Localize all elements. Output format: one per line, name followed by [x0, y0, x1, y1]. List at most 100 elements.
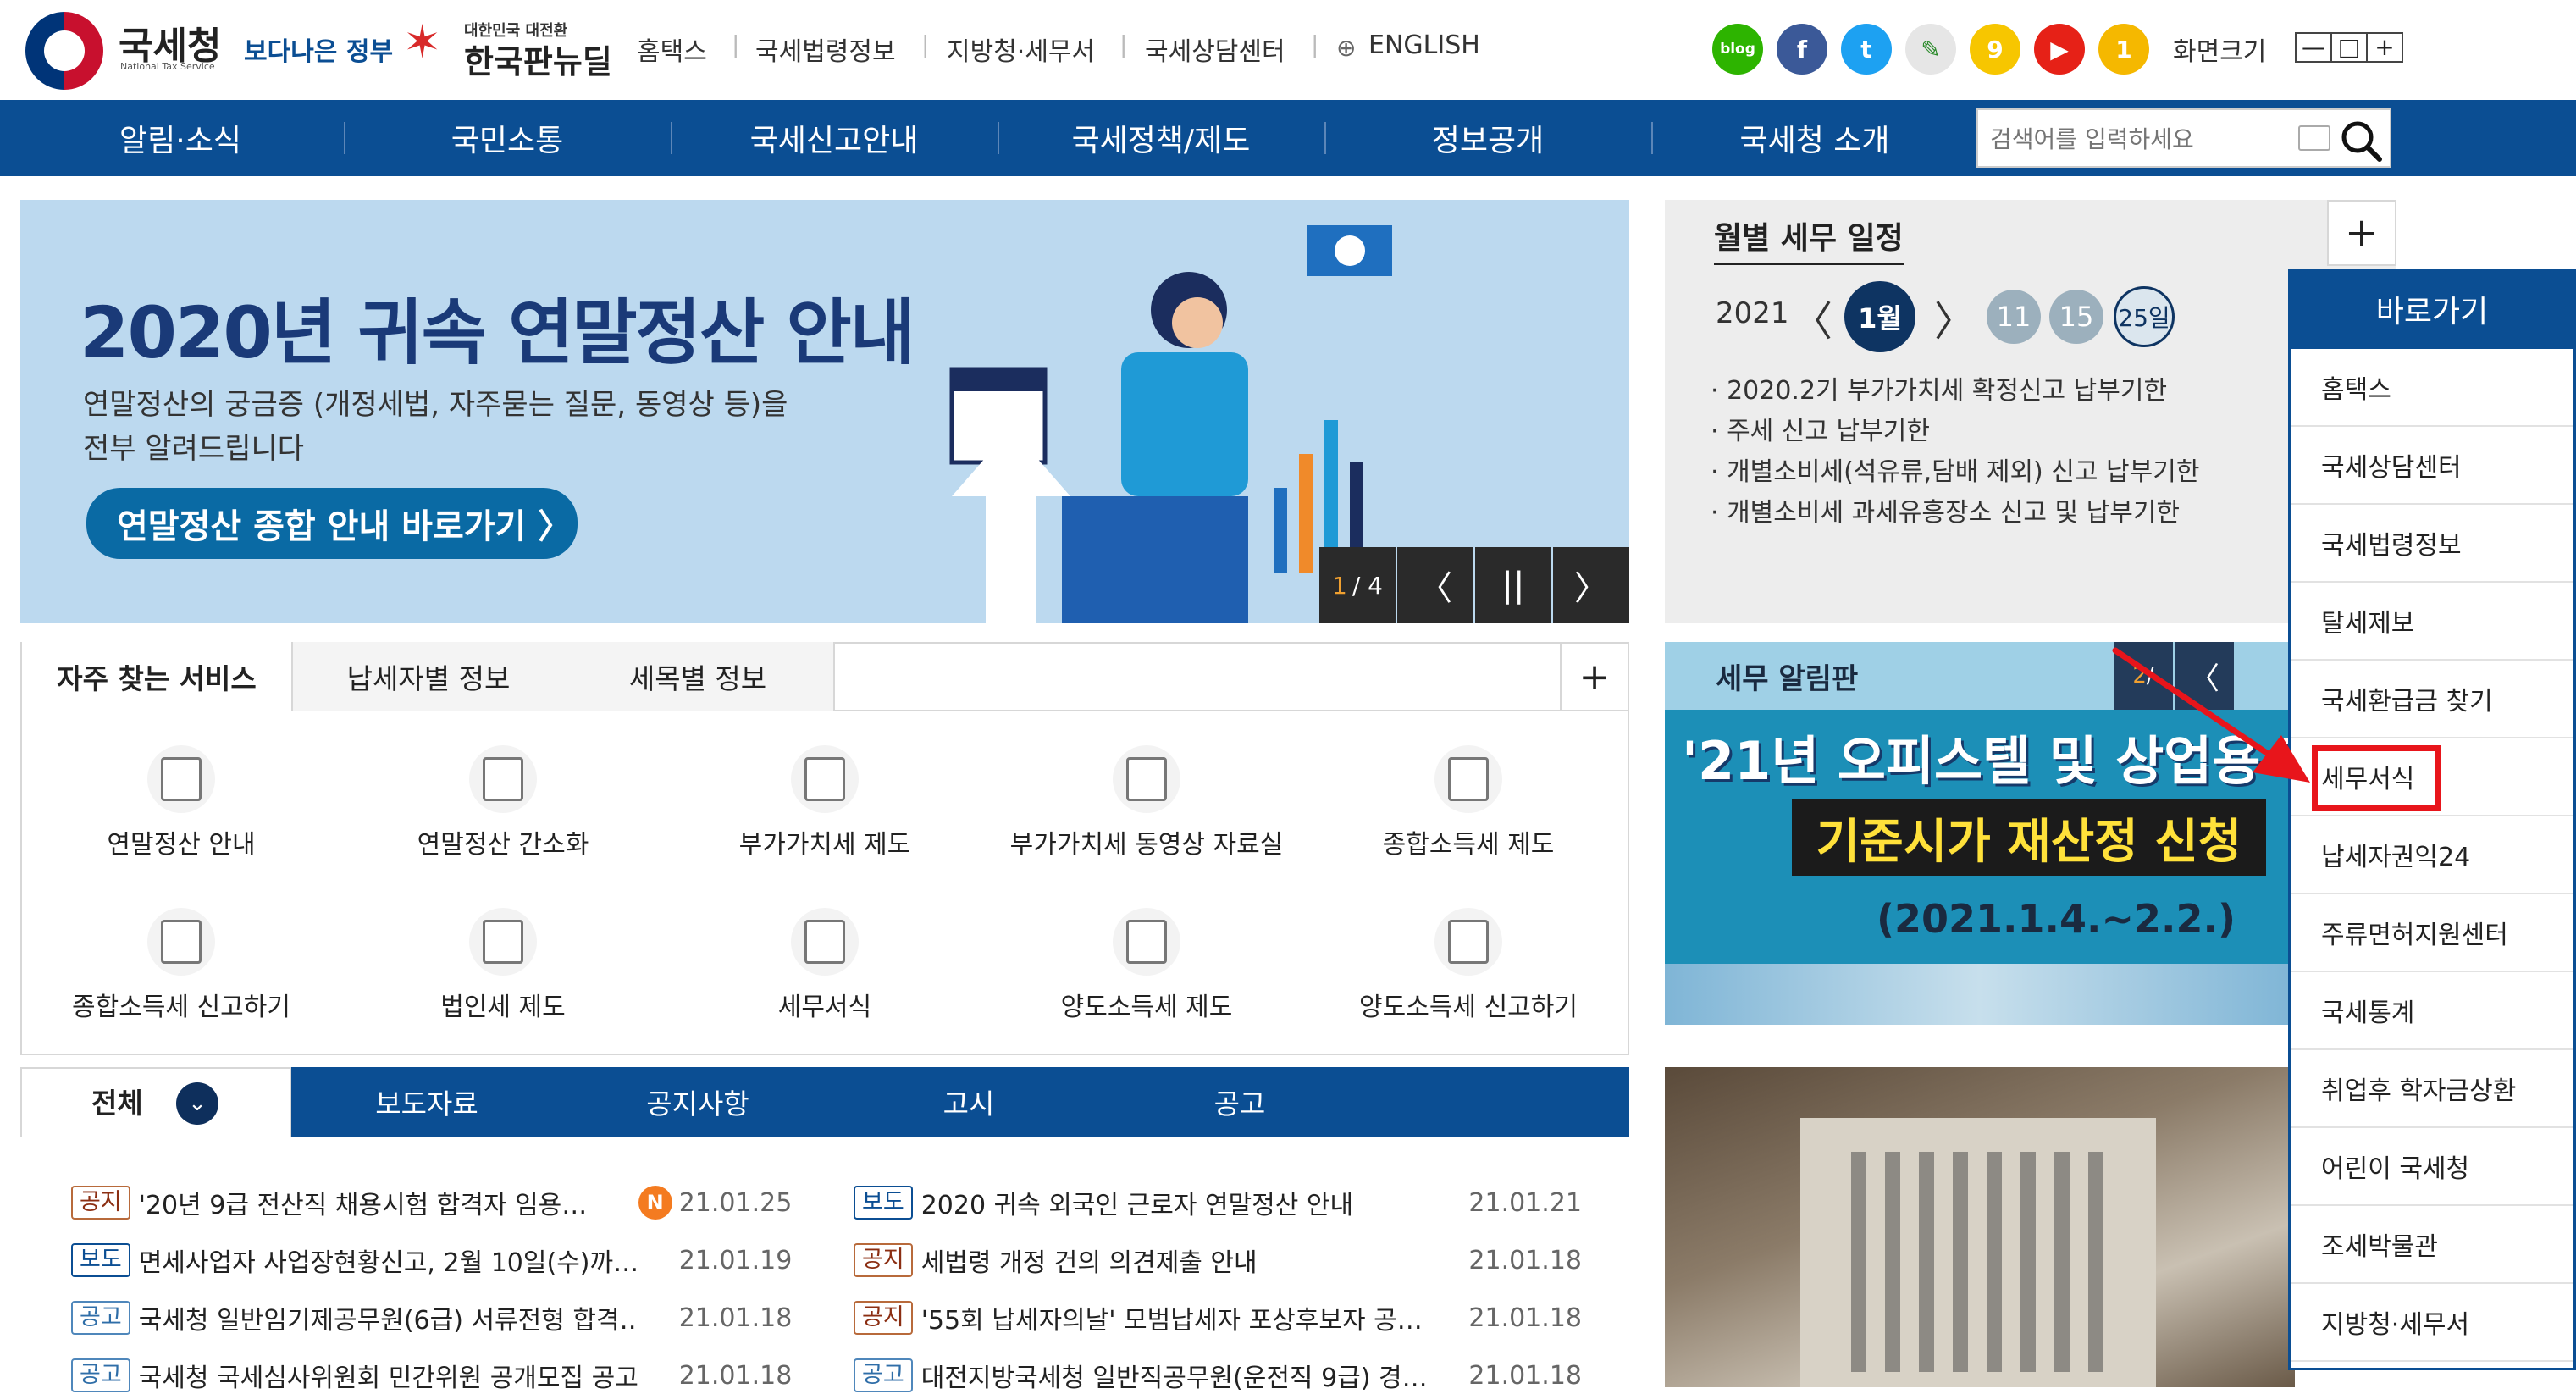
nav-disclosure[interactable]: 정보공개	[1341, 100, 1634, 176]
document-icon-shape	[804, 757, 845, 801]
search-input[interactable]	[1988, 117, 2297, 161]
service-item[interactable]: 세무서식	[664, 908, 986, 1023]
news-row[interactable]: 공고 대전지방국세청 일반직공무원(운전직 9급) 경… 21.01.18	[854, 1357, 1582, 1394]
schedule-prev-month-button[interactable]: 〈	[1792, 288, 1832, 347]
service-item[interactable]: 양도소득세 제도	[986, 908, 1307, 1023]
service-item[interactable]: 종합소득세 제도	[1307, 745, 1629, 860]
service-item[interactable]: 종합소득세 신고하기	[20, 908, 342, 1023]
news-row[interactable]: 공지 세법령 개정 건의 의견제출 안내 21.01.18	[854, 1242, 1582, 1279]
blog-icon[interactable]: blog	[1712, 24, 1763, 75]
banner-prev-button[interactable]: 〈	[1397, 547, 1473, 623]
news-title[interactable]: 국세청 일반임기제공무원(6급) 서류전형 합격…	[139, 1299, 638, 1336]
schedule-item[interactable]: · 개별소비세 과세유흥장소 신고 및 납부기한	[1711, 491, 2180, 528]
top-link-hometax[interactable]: 홈택스	[637, 30, 707, 68]
tab-tax-item-info[interactable]: 세목별 정보	[562, 642, 835, 711]
quick-link-item[interactable]: 국세상담센터	[2291, 427, 2573, 505]
nav-tax-filing[interactable]: 국세신고안내	[688, 100, 981, 176]
service-item[interactable]: 연말정산 안내	[20, 745, 342, 860]
news-title[interactable]: 면세사업자 사업장현황신고, 2월 10일(수)까…	[139, 1242, 638, 1279]
chevron-down-icon[interactable]: ⌄	[176, 1082, 218, 1125]
quick-link-item[interactable]: 조세박물관	[2291, 1206, 2573, 1284]
news-title[interactable]: 국세청 국세심사위원회 민간위원 공개모집 공고	[139, 1357, 638, 1394]
nts-building-photo[interactable]	[1665, 1067, 2295, 1387]
quick-link-item[interactable]: 어린이 국세청	[2291, 1128, 2573, 1206]
schedule-item[interactable]: · 개별소비세(석유류,담배 제외) 신고 납부기한	[1711, 451, 2199, 488]
service-item[interactable]: 법인세 제도	[342, 908, 664, 1023]
quick-link-item[interactable]: 국세통계	[2291, 972, 2573, 1050]
news-title[interactable]: '20년 9급 전산직 채용시험 합격자 임용…	[139, 1184, 638, 1221]
quick-link-item[interactable]: 취업후 학자금상환	[2291, 1050, 2573, 1128]
top-link-law[interactable]: 국세법령정보	[755, 30, 896, 68]
news-date: 21.01.18	[1468, 1303, 1582, 1333]
pencil-icon[interactable]: ✎	[1905, 24, 1956, 75]
news-row[interactable]: 보도 면세사업자 사업장현황신고, 2월 10일(수)까… 21.01.19	[71, 1242, 799, 1279]
schedule-item[interactable]: · 2020.2기 부가가치세 확정신고 납부기한	[1711, 369, 2167, 407]
news-tab-public-notice[interactable]: 공고	[1104, 1067, 1375, 1137]
zoom-reset-button[interactable]: □	[2330, 32, 2368, 63]
service-item[interactable]: 부가가치세 동영상 자료실	[986, 745, 1307, 860]
document-icon	[791, 745, 859, 813]
search-icon[interactable]	[2337, 117, 2385, 164]
news-row[interactable]: 공고 국세청 국세심사위원회 민간위원 공개모집 공고 21.01.18	[71, 1357, 799, 1394]
kakao-icon[interactable]: 9	[1970, 24, 2020, 75]
news-tab-press[interactable]: 보도자료	[291, 1067, 562, 1137]
notice-title: 세무 알림판	[1716, 662, 1859, 696]
news-title[interactable]: 세법령 개정 건의 의견제출 안내	[921, 1242, 1463, 1279]
quick-link-item[interactable]: 지방청·세무서	[2291, 1284, 2573, 1362]
quick-link-item[interactable]: 국세법령정보	[2291, 505, 2573, 583]
nts-emblem-icon[interactable]	[25, 12, 103, 90]
banner-next-button[interactable]: 〉	[1553, 547, 1629, 623]
nav-communication[interactable]: 국민소통	[361, 100, 654, 176]
schedule-day-11[interactable]: 11	[1987, 290, 2041, 344]
tab-taxpayer-info[interactable]: 납세자별 정보	[291, 642, 566, 711]
news-row[interactable]: 보도 2020 귀속 외국인 근로자 연말정산 안내 21.01.21	[854, 1184, 1582, 1221]
news-tab-all[interactable]: 전체	[91, 1081, 143, 1121]
news-title[interactable]: 2020 귀속 외국인 근로자 연말정산 안내	[921, 1184, 1463, 1221]
banner-pause-button[interactable]: ||	[1475, 547, 1551, 623]
schedule-day-25[interactable]: 25일	[2114, 286, 2175, 347]
service-item[interactable]: 양도소득세 신고하기	[1307, 908, 1629, 1023]
gov-logo[interactable]: 보다나은 정부	[244, 30, 393, 68]
schedule-day-15[interactable]: 15	[2049, 290, 2103, 344]
quick-link-item[interactable]: 국세환급금 찾기	[2291, 661, 2573, 738]
news-row[interactable]: 공지 '55회 납세자의날' 모범납세자 포상후보자 공… 21.01.18	[854, 1299, 1582, 1336]
nav-policy[interactable]: 국세정책/제도	[1014, 100, 1307, 176]
tab-frequent-services[interactable]: 자주 찾는 서비스	[22, 642, 291, 711]
banner-cta-button[interactable]: 연말정산 종합 안내 바로가기 〉	[86, 488, 578, 559]
story-icon[interactable]: 1	[2098, 24, 2149, 75]
notice-dates: (2021.1.4.~2.2.)	[1877, 896, 2236, 942]
main-banner[interactable]: 2020년 귀속 연말정산 안내 연말정산의 궁금증 (개정세법, 자주묻는 질…	[20, 200, 1629, 623]
schedule-item[interactable]: · 주세 신고 납부기한	[1711, 410, 1930, 447]
quick-link-item[interactable]: 홈택스	[2291, 349, 2573, 427]
quick-link-item[interactable]: 납세자권익24	[2291, 816, 2573, 894]
service-item[interactable]: 연말정산 간소화	[342, 745, 664, 860]
top-link-consult[interactable]: 국세상담센터	[1145, 30, 1285, 68]
newdeal-logo[interactable]: 한국판뉴딜	[464, 36, 612, 82]
schedule-more-button[interactable]: +	[2327, 200, 2396, 266]
zoom-in-button[interactable]: +	[2366, 32, 2403, 63]
document-icon-shape	[1126, 920, 1167, 964]
news-row[interactable]: 공지 '20년 9급 전산직 채용시험 합격자 임용… N 21.01.25	[71, 1184, 799, 1221]
nav-news[interactable]: 알림·소식	[34, 100, 327, 176]
keyboard-icon[interactable]	[2298, 125, 2330, 151]
news-title[interactable]: 대전지방국세청 일반직공무원(운전직 9급) 경…	[921, 1357, 1463, 1394]
news-row[interactable]: 공고 국세청 일반임기제공무원(6급) 서류전형 합격… 21.01.18	[71, 1299, 799, 1336]
news-tab-notice[interactable]: 공지사항	[562, 1067, 833, 1137]
youtube-icon[interactable]: ▶	[2034, 24, 2085, 75]
top-link-offices[interactable]: 지방청·세무서	[947, 30, 1095, 68]
quick-link-item[interactable]: 탈세제보	[2291, 583, 2573, 661]
twitter-icon[interactable]: t	[1841, 24, 1892, 75]
schedule-month[interactable]: 1월	[1844, 281, 1915, 352]
schedule-next-month-button[interactable]: 〉	[1934, 288, 1975, 347]
news-tab-announcement[interactable]: 고시	[833, 1067, 1104, 1137]
news-title[interactable]: '55회 납세자의날' 모범납세자 포상후보자 공…	[921, 1299, 1463, 1336]
news-category-badge: 공지	[71, 1186, 130, 1220]
news-list-left: 공지 '20년 9급 전산직 채용시험 합격자 임용… N 21.01.25 보도 면세사…	[71, 1184, 799, 1394]
services-more-button[interactable]: +	[1560, 642, 1628, 711]
english-link[interactable]: ENGLISH	[1368, 30, 1480, 60]
nav-about[interactable]: 국세청 소개	[1668, 100, 1961, 176]
quick-link-item[interactable]: 주류면허지원센터	[2291, 894, 2573, 972]
facebook-icon[interactable]: f	[1777, 24, 1827, 75]
service-item[interactable]: 부가가치세 제도	[664, 745, 986, 860]
zoom-out-button[interactable]: —	[2295, 32, 2332, 63]
